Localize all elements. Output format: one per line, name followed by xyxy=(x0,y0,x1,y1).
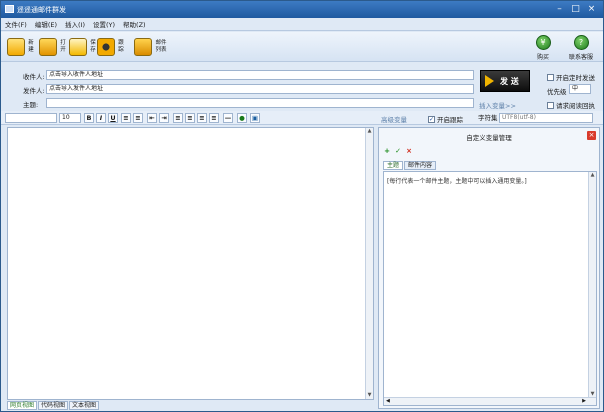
scroll-down-icon[interactable]: ▼ xyxy=(367,393,372,398)
trace-button[interactable]: 跟踪 xyxy=(97,36,125,58)
save-button[interactable]: 保存 xyxy=(69,36,97,58)
support-icon: ? xyxy=(573,35,589,50)
folder-icon xyxy=(39,38,57,56)
send-arrow-icon xyxy=(485,75,494,87)
link-icon[interactable]: ● xyxy=(237,113,247,123)
horizontal-rule-icon[interactable]: — xyxy=(223,113,233,123)
message-editor[interactable]: ▲ ▼ xyxy=(7,127,374,400)
app-window: 遥遥通邮件群发 – □ × 文件(F) 编辑(E) 插入(I) 设置(Y) 帮助… xyxy=(0,0,604,412)
from-label: 发件人: xyxy=(23,87,45,95)
tab-subject[interactable]: 主题 xyxy=(383,161,404,170)
panel-vscrollbar[interactable]: ▲ ▼ xyxy=(588,172,596,398)
read-receipt-checkbox[interactable]: 请求阅读回执 xyxy=(547,100,595,110)
panel-scroll-up-icon[interactable]: ▲ xyxy=(590,173,595,178)
to-label: 收件人: xyxy=(23,73,45,81)
editor-scrollbar[interactable]: ▲ ▼ xyxy=(365,128,373,399)
cart-icon: ¥ xyxy=(535,35,551,50)
priority-select[interactable]: 中 xyxy=(569,84,591,94)
add-icon[interactable]: + xyxy=(383,147,391,155)
title-bar: 遥遥通邮件群发 – □ × xyxy=(1,1,603,18)
format-toolbar: 10 B I U ≡ ≡ ⇤ ⇥ ≡ ≡ ≡ ≡ — ● ▣ 高级变量 ✓ 开启… xyxy=(1,111,603,125)
mail-list-button[interactable]: 邮件列表 xyxy=(134,36,168,58)
align-left-icon[interactable]: ≡ xyxy=(173,113,183,123)
subject-label: 主题: xyxy=(23,101,39,109)
font-size-select[interactable]: 10 xyxy=(59,113,81,123)
close-button[interactable]: × xyxy=(586,4,597,15)
variable-panel: 自定义变量管理 × + ✓ × 主题 邮件内容 [每行代表一个邮件主题，主题中可… xyxy=(378,127,600,409)
send-button[interactable]: 发 送 xyxy=(480,70,530,92)
panel-title: 自定义变量管理 xyxy=(466,134,512,142)
tab-code-view[interactable]: 代码视图 xyxy=(38,401,69,410)
panel-hscrollbar[interactable]: ◀ ▶ xyxy=(384,397,596,405)
subject-field[interactable] xyxy=(46,98,474,108)
scroll-up-icon[interactable]: ▲ xyxy=(367,129,372,134)
to-field[interactable]: 点击导入收件人地址 xyxy=(46,70,474,80)
advanced-variable-link[interactable]: 高级变量 xyxy=(381,114,407,124)
bullet-list-icon[interactable]: ≡ xyxy=(133,113,143,123)
check-icon[interactable]: ✓ xyxy=(394,147,402,155)
from-field[interactable]: 点击导入发件人地址 xyxy=(46,84,474,94)
app-icon xyxy=(5,5,14,13)
scroll-left-icon[interactable]: ◀ xyxy=(386,398,390,405)
save-icon xyxy=(69,38,87,56)
align-center-icon[interactable]: ≡ xyxy=(185,113,195,123)
charset-label: 字符集 xyxy=(478,114,498,122)
trace-icon xyxy=(97,38,115,56)
menu-file[interactable]: 文件(F) xyxy=(5,19,27,29)
new-button[interactable]: 新建 xyxy=(7,36,35,58)
tab-mail-content[interactable]: 邮件内容 xyxy=(404,161,437,170)
panel-close-icon[interactable]: × xyxy=(587,131,596,140)
menu-settings[interactable]: 设置(Y) xyxy=(93,19,115,29)
insert-variable-link[interactable]: 插入变量>> xyxy=(479,100,516,110)
menu-bar: 文件(F) 编辑(E) 插入(I) 设置(Y) 帮助(Z) xyxy=(1,18,603,31)
minimize-button[interactable]: – xyxy=(554,4,565,15)
view-tabs: 网页视图 代码视图 文本视图 xyxy=(7,401,100,410)
ordered-list-icon[interactable]: ≡ xyxy=(121,113,131,123)
new-file-icon xyxy=(7,38,25,56)
indent-icon[interactable]: ⇥ xyxy=(159,113,169,123)
menu-help[interactable]: 帮助(Z) xyxy=(123,19,146,29)
italic-button[interactable]: I xyxy=(96,113,106,123)
outdent-icon[interactable]: ⇤ xyxy=(147,113,157,123)
maximize-button[interactable]: □ xyxy=(570,4,581,15)
scroll-right-icon[interactable]: ▶ xyxy=(582,398,586,405)
underline-button[interactable]: U xyxy=(108,113,118,123)
charset-select[interactable]: UTF8(utf-8) xyxy=(499,113,593,123)
priority-label: 优先级 xyxy=(547,88,567,96)
bold-button[interactable]: B xyxy=(84,113,94,123)
variable-textarea[interactable]: [每行代表一个邮件主题，主题中可以插入通用变量。] ▲ ▼ ◀ ▶ xyxy=(383,171,597,406)
buy-button[interactable]: ¥ 购买 xyxy=(525,35,561,61)
tracking-checkbox[interactable]: ✓ 开启跟踪 xyxy=(428,114,463,124)
delete-icon[interactable]: × xyxy=(405,147,413,155)
font-select[interactable] xyxy=(5,113,57,123)
image-icon[interactable]: ▣ xyxy=(250,113,260,123)
scheduled-send-checkbox[interactable]: 开启定时发送 xyxy=(547,72,595,82)
panel-actions: + ✓ × xyxy=(383,147,413,155)
tab-web-view[interactable]: 网页视图 xyxy=(7,401,38,410)
align-right-icon[interactable]: ≡ xyxy=(197,113,207,123)
panel-hint: [每行代表一个邮件主题，主题中可以插入通用变量。] xyxy=(387,178,527,185)
open-button[interactable]: 打开 xyxy=(39,36,67,58)
contacts-icon xyxy=(134,38,152,56)
justify-icon[interactable]: ≡ xyxy=(209,113,219,123)
menu-edit[interactable]: 编辑(E) xyxy=(35,19,57,29)
toolbar: 新建 打开 保存 跟踪 邮件列表 ¥ 购买 ? 联系客服 xyxy=(1,32,603,62)
window-title: 遥遥通邮件群发 xyxy=(17,6,66,14)
panel-tabs: 主题 邮件内容 xyxy=(383,161,437,170)
contact-button[interactable]: ? 联系客服 xyxy=(563,35,599,61)
menu-insert[interactable]: 插入(I) xyxy=(65,19,85,29)
tab-text-view[interactable]: 文本视图 xyxy=(69,401,100,410)
